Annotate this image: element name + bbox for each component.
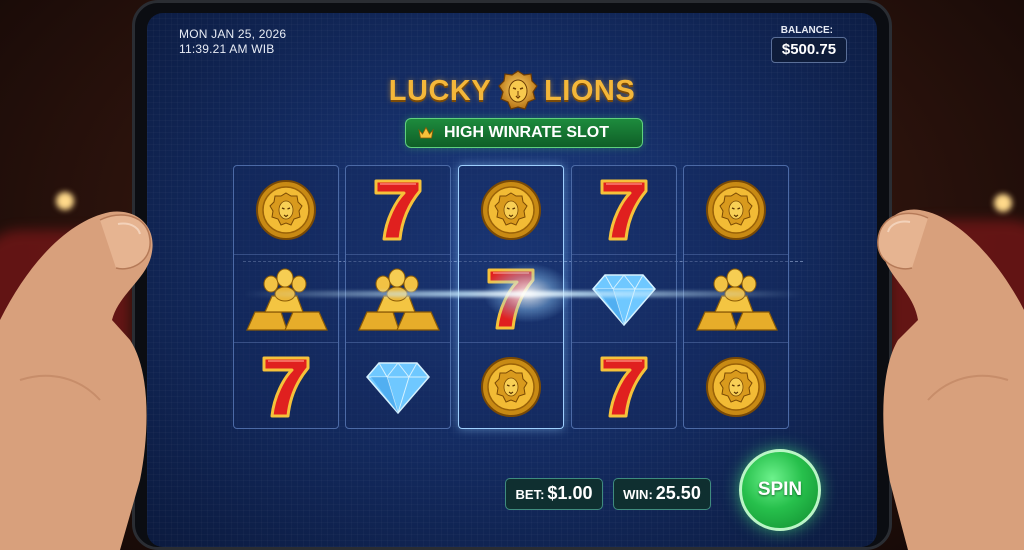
- gold-bars-icon: [358, 268, 440, 331]
- reel-1-row-2: [234, 254, 338, 342]
- reel-4: [571, 165, 677, 429]
- left-hand: [0, 211, 153, 550]
- game-logo: LUCKY LIONS: [147, 69, 877, 113]
- reel-5-row-1: [684, 166, 788, 254]
- bet-display[interactable]: BET: $1.00: [505, 478, 603, 510]
- bet-value: $1.00: [547, 483, 593, 503]
- diamond-icon: [366, 361, 430, 414]
- balance-label: BALANCE:: [780, 25, 833, 36]
- reel-1-row-1: [234, 166, 338, 254]
- lion-coin-icon: [481, 356, 541, 417]
- logo-word-lions: LIONS: [544, 74, 636, 107]
- reel-2: [345, 165, 451, 429]
- reel-5: [683, 165, 789, 429]
- bet-label: BET:: [515, 487, 545, 502]
- balance-value: $500.75: [771, 37, 847, 63]
- reel-4-row-2: [572, 254, 676, 342]
- lion-coin-icon: [706, 356, 766, 417]
- lion-coin-icon: [706, 180, 766, 240]
- banner-label: HIGH WINRATE SLOT: [444, 124, 610, 141]
- right-hand: [877, 209, 1024, 550]
- lion-head-icon: [497, 70, 538, 110]
- gold-bars-icon: [246, 268, 328, 331]
- lion-coin-icon: [481, 180, 541, 240]
- status-date: MON JAN 25, 2026: [179, 27, 287, 41]
- reel-4-row-3: [572, 342, 676, 430]
- reel-1-row-3: [234, 342, 338, 430]
- status-datetime: MON JAN 25, 2026 11:39.21 AM WIB: [179, 27, 286, 57]
- reel-1: [233, 165, 339, 429]
- win-label: WIN:: [623, 487, 653, 502]
- reel-3-row-1: [459, 166, 563, 254]
- high-winrate-banner: HIGH WINRATE SLOT: [405, 118, 643, 148]
- seven-icon: [600, 356, 648, 417]
- reel-5-row-3: [684, 342, 788, 430]
- spin-button[interactable]: SPIN: [739, 449, 821, 531]
- win-display: WIN: 25.50: [613, 478, 711, 510]
- diamond-icon: [592, 273, 656, 326]
- seven-icon: [262, 356, 310, 417]
- win-value: 25.50: [655, 483, 701, 503]
- gold-bars-icon: [696, 268, 778, 331]
- game-screen: MON JAN 25, 2026 11:39.21 AM WIB BALANCE…: [147, 13, 877, 547]
- tablet-device: MON JAN 25, 2026 11:39.21 AM WIB BALANCE…: [132, 0, 892, 550]
- lion-coin-icon: [256, 180, 316, 240]
- reel-4-row-1: [572, 166, 676, 254]
- crown-icon: [418, 126, 434, 139]
- status-time: 11:39.21 AM WIB: [179, 42, 275, 56]
- reel-5-row-2: [684, 254, 788, 342]
- winning-payline: [243, 291, 803, 297]
- reel-2-row-3: [346, 342, 450, 430]
- reel-2-row-1: [346, 166, 450, 254]
- reel-2-row-2: [346, 254, 450, 342]
- seven-icon: [374, 179, 422, 241]
- seven-icon: [600, 179, 648, 241]
- logo-word-lucky: LUCKY: [388, 74, 492, 107]
- reel-3-row-3: [459, 342, 563, 430]
